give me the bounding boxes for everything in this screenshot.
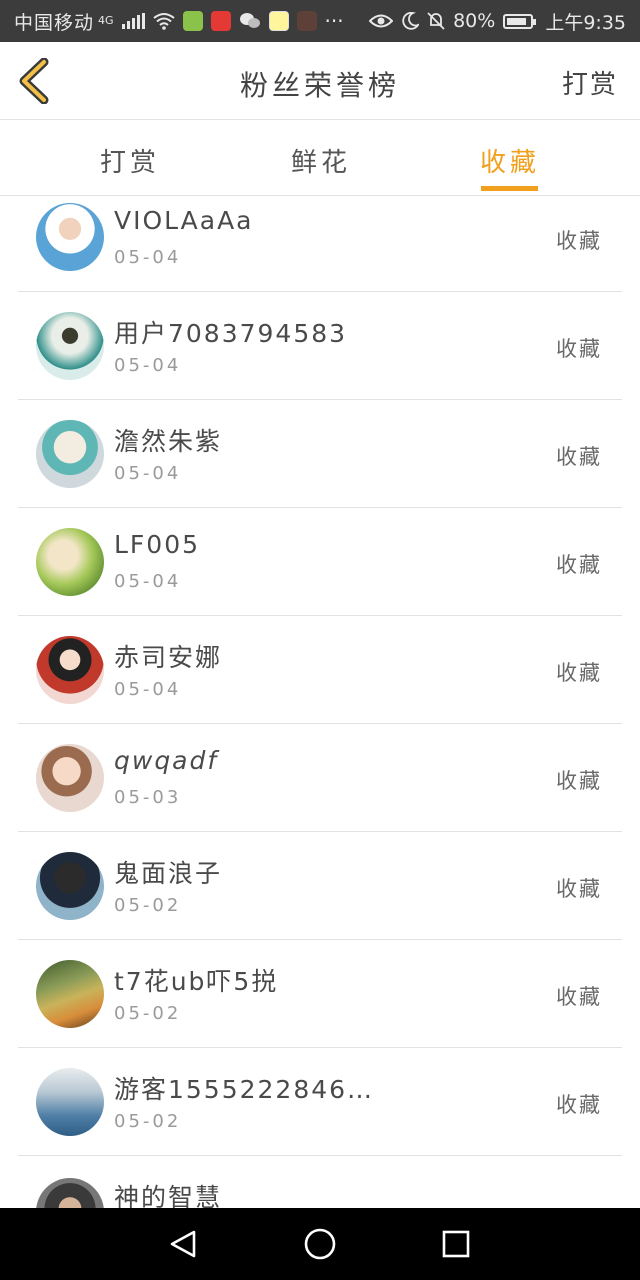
avatar[interactable] bbox=[36, 420, 104, 488]
avatar[interactable] bbox=[36, 528, 104, 596]
fan-date: 05-04 bbox=[114, 247, 182, 268]
list-item[interactable]: 澹然朱紫 05-04 收藏 bbox=[0, 400, 640, 508]
carrier-label: 中国移动 bbox=[14, 11, 95, 34]
wechat-icon bbox=[239, 13, 260, 28]
fan-date: 05-04 bbox=[114, 679, 182, 700]
tab-favorites[interactable]: 收藏 bbox=[450, 142, 570, 179]
fan-name: 用户7083794583 bbox=[114, 319, 348, 348]
fan-name: qwqadf bbox=[114, 746, 219, 775]
app-notification-icon bbox=[182, 11, 203, 31]
tab-flowers[interactable]: 鲜花 bbox=[261, 142, 381, 179]
title-bar: 粉丝荣誉榜 打赏 bbox=[0, 42, 640, 120]
eye-icon bbox=[369, 14, 394, 28]
system-nav-bar bbox=[0, 1208, 640, 1280]
triangle-back-icon bbox=[170, 1230, 196, 1258]
avatar[interactable] bbox=[36, 744, 104, 812]
tab-bar: 打赏 鲜花 收藏 bbox=[0, 120, 640, 196]
avatar[interactable] bbox=[36, 1178, 104, 1208]
list-item[interactable]: 鬼面浪子 05-02 收藏 bbox=[0, 832, 640, 940]
list-item[interactable]: 赤司安娜 05-04 收藏 bbox=[0, 616, 640, 724]
tab-reward[interactable]: 打赏 bbox=[70, 142, 190, 179]
app-notification-icon bbox=[268, 11, 289, 31]
list-item[interactable]: t7花ub吓5捝 05-02 收藏 bbox=[0, 940, 640, 1048]
gift-type-label: 收藏 bbox=[556, 985, 602, 1009]
screen: 中国移动 4G ··· 80% 上午9:35 粉丝荣誉榜 打赏 打赏 鲜花 收藏… bbox=[0, 0, 640, 1280]
fan-name: VIOLAaAa bbox=[114, 206, 254, 235]
fan-name: LF005 bbox=[114, 530, 201, 559]
signal-icon bbox=[121, 13, 145, 29]
network-label: 4G bbox=[98, 13, 114, 27]
circle-home-icon bbox=[304, 1228, 336, 1260]
fan-date: 05-03 bbox=[114, 787, 182, 808]
list-item[interactable]: 用户7083794583 05-04 收藏 bbox=[0, 292, 640, 400]
gift-type-label: 收藏 bbox=[556, 1093, 602, 1117]
page-title: 粉丝荣誉榜 bbox=[239, 69, 400, 102]
list-item[interactable]: 神的智慧 bbox=[0, 1156, 640, 1208]
gift-type-label: 收藏 bbox=[556, 337, 602, 361]
fan-date: 05-04 bbox=[114, 355, 182, 376]
home-nav-button[interactable] bbox=[300, 1224, 340, 1264]
status-bar: 中国移动 4G ··· 80% 上午9:35 bbox=[0, 0, 640, 42]
fan-list[interactable]: VIOLAaAa 05-04 收藏 用户7083794583 05-04 收藏 … bbox=[0, 196, 640, 1208]
fan-date: 05-02 bbox=[114, 1111, 182, 1132]
list-item[interactable]: qwqadf 05-03 收藏 bbox=[0, 724, 640, 832]
avatar[interactable] bbox=[36, 960, 104, 1028]
square-recents-icon bbox=[442, 1230, 470, 1258]
list-item[interactable]: VIOLAaAa 05-04 收藏 bbox=[0, 196, 640, 292]
battery-icon bbox=[503, 13, 537, 29]
status-right: 80% 上午9:35 bbox=[369, 8, 626, 35]
fan-date: 05-02 bbox=[114, 1003, 182, 1024]
avatar[interactable] bbox=[36, 636, 104, 704]
avatar[interactable] bbox=[36, 852, 104, 920]
avatar[interactable] bbox=[36, 1068, 104, 1136]
reward-button[interactable]: 打赏 bbox=[562, 64, 618, 101]
clock: 上午9:35 bbox=[545, 11, 626, 34]
wifi-icon bbox=[152, 13, 175, 30]
gift-type-label: 收藏 bbox=[556, 769, 602, 793]
avatar[interactable] bbox=[36, 203, 104, 271]
gift-type-label: 收藏 bbox=[556, 661, 602, 685]
fan-name: t7花ub吓5捝 bbox=[114, 967, 279, 996]
fan-name: 赤司安娜 bbox=[114, 643, 223, 672]
active-tab-indicator bbox=[481, 186, 538, 191]
avatar[interactable] bbox=[36, 312, 104, 380]
mute-bell-icon bbox=[427, 12, 445, 30]
fan-date: 05-02 bbox=[114, 895, 182, 916]
recents-nav-button[interactable] bbox=[436, 1224, 476, 1264]
more-notifications-label: ··· bbox=[324, 9, 344, 33]
battery-percent: 80% bbox=[453, 10, 496, 32]
back-nav-button[interactable] bbox=[164, 1224, 204, 1264]
status-left: 中国移动 4G ··· bbox=[14, 8, 344, 35]
fan-name: 神的智慧 bbox=[114, 1183, 223, 1208]
app-notification-icon bbox=[296, 11, 317, 31]
fan-name: 鬼面浪子 bbox=[114, 859, 223, 888]
list-item[interactable]: LF005 05-04 收藏 bbox=[0, 508, 640, 616]
fan-name: 游客1555222846… bbox=[114, 1075, 375, 1104]
gift-type-label: 收藏 bbox=[556, 445, 602, 469]
list-item[interactable]: 游客1555222846… 05-02 收藏 bbox=[0, 1048, 640, 1156]
video-app-icon bbox=[210, 11, 231, 31]
gift-type-label: 收藏 bbox=[556, 553, 602, 577]
moon-icon bbox=[402, 12, 420, 30]
gift-type-label: 收藏 bbox=[556, 229, 602, 253]
gift-type-label: 收藏 bbox=[556, 877, 602, 901]
fan-date: 05-04 bbox=[114, 463, 182, 484]
fan-date: 05-04 bbox=[114, 571, 182, 592]
fan-name: 澹然朱紫 bbox=[114, 427, 223, 456]
